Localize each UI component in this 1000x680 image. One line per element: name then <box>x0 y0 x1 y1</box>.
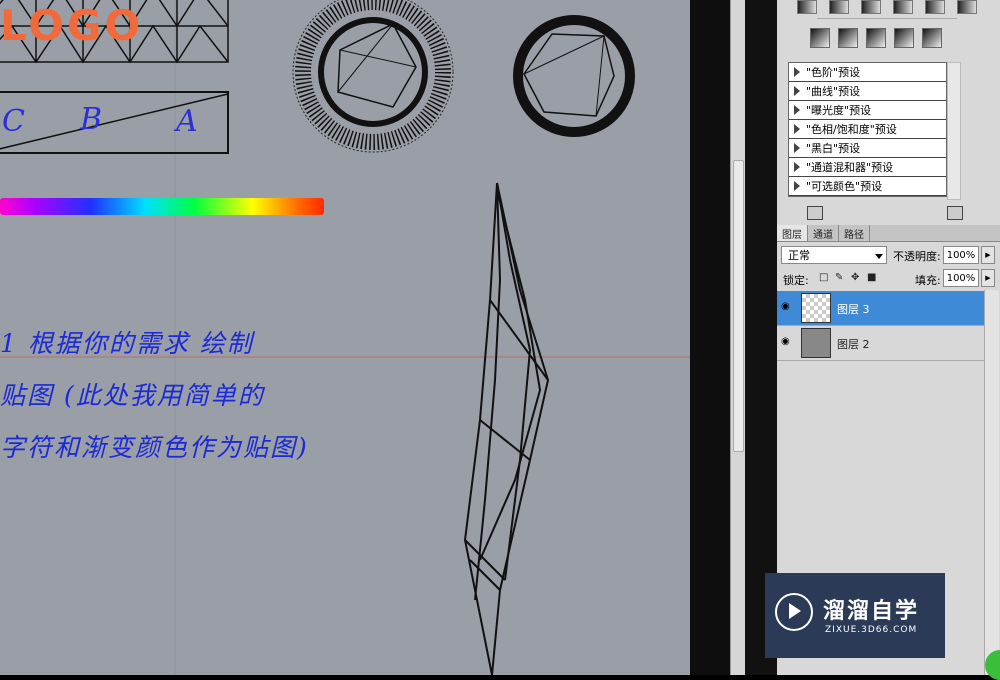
crystal-wireframe <box>463 182 550 675</box>
rainbow-gradient-bar <box>0 198 324 215</box>
preset-curves[interactable]: "曲线"预设 <box>789 82 946 101</box>
expand-triangle-icon[interactable] <box>794 124 800 134</box>
divider <box>817 18 957 19</box>
letter-c: C <box>2 104 25 139</box>
layer-name: 图层 3 <box>837 303 870 316</box>
tab-channels[interactable]: 通道 <box>808 225 839 241</box>
letter-box-labels: C B A <box>0 100 230 150</box>
blend-row: 正常 不透明度: 100% ▶ <box>781 246 996 266</box>
letter-a: A <box>176 104 198 139</box>
layer-thumbnail <box>801 328 831 358</box>
gradient-map-icon[interactable] <box>894 28 914 48</box>
fill-stepper[interactable]: ▶ <box>981 269 995 287</box>
expand-triangle-icon[interactable] <box>794 86 800 96</box>
presets-footer <box>777 206 1000 222</box>
fill-field[interactable]: 100% <box>943 269 979 287</box>
selective-color-icon[interactable] <box>922 28 942 48</box>
curves-icon[interactable] <box>829 0 849 14</box>
expand-triangle-icon[interactable] <box>794 181 800 191</box>
scroll-thumb[interactable] <box>733 160 744 452</box>
eye-icon[interactable]: ◉ <box>781 337 795 347</box>
canvas-gutter <box>690 0 730 675</box>
expand-triangle-icon[interactable] <box>794 162 800 172</box>
expand-triangle-icon[interactable] <box>794 143 800 153</box>
adjustment-presets-list: "色阶"预设 "曲线"预设 "曝光度"预设 "色相/饱和度"预设 "黑白"预设 … <box>788 62 947 197</box>
handwritten-note: 1 根据你的需求 绘制 贴图 (此处我用简单的 字符和渐变颜色作为贴图) <box>0 318 345 474</box>
preset-exposure[interactable]: "曝光度"预设 <box>789 101 946 120</box>
preset-selective-color[interactable]: "可选颜色"预设 <box>789 177 946 196</box>
lock-label: 锁定: <box>783 274 809 287</box>
logo-text: LOGO <box>0 1 144 50</box>
photo-filter-icon[interactable] <box>925 0 945 14</box>
opacity-stepper[interactable]: ▶ <box>981 246 995 264</box>
presets-scrollbar[interactable] <box>947 62 961 200</box>
watermark-title: 溜溜自学 <box>823 599 920 624</box>
layer-thumbnail <box>801 293 831 323</box>
layer-row[interactable]: ◉ 图层 2 <box>777 326 984 361</box>
tab-paths[interactable]: 路径 <box>839 225 870 241</box>
posterize-icon[interactable] <box>838 28 858 48</box>
lock-row: 锁定: □ ✎ ✥ ■ 填充: 100% ▶ <box>781 269 996 289</box>
levels-icon[interactable] <box>797 0 817 14</box>
lock-transparency-icon[interactable]: □ <box>819 273 829 283</box>
balance-icon[interactable] <box>861 0 881 14</box>
visibility-toggle-icon[interactable] <box>947 206 963 220</box>
sunburst-circle <box>292 0 454 153</box>
fill-label: 填充: <box>915 274 941 287</box>
document-canvas[interactable]: LOGO C B A 1 根据你的需求 绘制 贴图 (此处我用简单的 字符和渐变… <box>0 0 690 675</box>
tab-layers[interactable]: 图层 <box>777 225 808 241</box>
preset-channel-mixer[interactable]: "通道混和器"预设 <box>789 158 946 177</box>
ring-circle <box>513 15 635 137</box>
invert-icon[interactable] <box>810 28 830 48</box>
lock-brush-icon[interactable]: ✎ <box>835 273 845 283</box>
lock-move-icon[interactable]: ✥ <box>851 273 861 283</box>
note-line: 贴图 (此处我用简单的 <box>0 381 265 410</box>
layer-name: 图层 2 <box>837 338 870 351</box>
chevron-down-icon <box>875 254 883 259</box>
lock-all-icon[interactable]: ■ <box>867 273 877 283</box>
layers-scrollbar[interactable] <box>984 290 999 675</box>
opacity-field[interactable]: 100% <box>943 246 979 264</box>
preset-levels[interactable]: "色阶"预设 <box>789 63 946 82</box>
clip-layer-icon[interactable] <box>807 206 823 220</box>
expand-triangle-icon[interactable] <box>794 105 800 115</box>
note-line: 1 根据你的需求 绘制 <box>0 329 254 358</box>
expand-triangle-icon[interactable] <box>794 67 800 77</box>
site-watermark: 溜溜自学 ZIXUE.3D66.COM <box>765 573 945 658</box>
channel-mixer-icon[interactable] <box>957 0 977 14</box>
blend-mode-select[interactable]: 正常 <box>781 246 887 264</box>
adjustment-icons-row <box>797 0 977 14</box>
eye-icon[interactable]: ◉ <box>781 302 795 312</box>
layers-tab-bar: 图层 通道 路径 <box>777 225 1000 242</box>
play-triangle-icon <box>789 603 801 619</box>
watermark-subtitle: ZIXUE.3D66.COM <box>825 625 918 635</box>
adjustment-icons-row-2 <box>810 28 942 48</box>
opacity-label: 不透明度: <box>893 250 941 263</box>
canvas-vertical-scrollbar[interactable] <box>730 0 745 675</box>
threshold-icon[interactable] <box>866 28 886 48</box>
letter-b: B <box>80 102 103 137</box>
preset-black-white[interactable]: "黑白"预设 <box>789 139 946 158</box>
layer-row[interactable]: ◉ 图层 3 <box>777 291 984 326</box>
preset-hue-saturation[interactable]: "色相/饱和度"预设 <box>789 120 946 139</box>
bw-icon[interactable] <box>893 0 913 14</box>
note-line: 字符和渐变颜色作为贴图) <box>0 433 309 462</box>
